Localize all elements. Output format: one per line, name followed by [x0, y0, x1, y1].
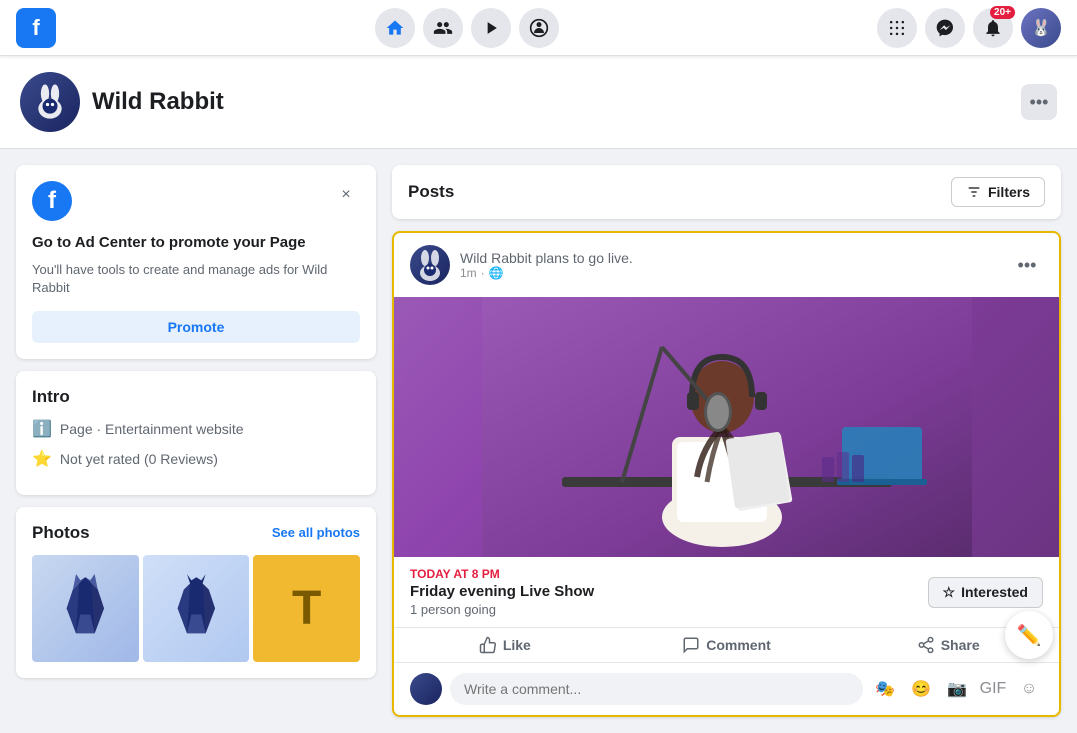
- photo-thumb-3[interactable]: T: [253, 555, 360, 662]
- ad-card-header: f ×: [32, 181, 360, 221]
- event-info-bar: TODAY AT 8 PM Friday evening Live Show 1…: [394, 557, 1059, 627]
- comment-button[interactable]: Comment: [616, 628, 838, 662]
- post-header: Wild Rabbit plans to go live. 1m · 🌐 •••: [394, 233, 1059, 297]
- user-avatar[interactable]: 🐰: [1021, 8, 1061, 48]
- home-nav-button[interactable]: [375, 8, 415, 48]
- post-image: [394, 297, 1059, 557]
- post-card: Wild Rabbit plans to go live. 1m · 🌐 •••: [392, 231, 1061, 717]
- comment-icons: 🎭 😊 📷 GIF ☺: [871, 675, 1043, 703]
- ad-card: f × Go to Ad Center to promote your Page…: [16, 165, 376, 359]
- photo-thumb-2[interactable]: [143, 555, 250, 662]
- ad-title: Go to Ad Center to promote your Page: [32, 233, 360, 253]
- photos-grid: T: [32, 555, 360, 662]
- grid-menu-button[interactable]: [877, 8, 917, 48]
- nav-right: 20+ 🐰: [877, 8, 1061, 48]
- ad-description: You'll have tools to create and manage a…: [32, 261, 360, 297]
- post-meta: 1m · 🌐: [460, 266, 1011, 280]
- rabbit-photo-1: [32, 555, 139, 662]
- groups-nav-button[interactable]: [519, 8, 559, 48]
- comment-icon: [682, 636, 700, 654]
- share-label: Share: [941, 637, 980, 653]
- post-author: Wild Rabbit plans to go live.: [460, 250, 1011, 266]
- intro-type-label: Page · Entertainment website: [60, 421, 244, 437]
- page-header-left: Wild Rabbit: [20, 72, 224, 132]
- filters-button[interactable]: Filters: [951, 177, 1045, 207]
- photos-card: Photos See all photos: [16, 507, 376, 678]
- comment-user-avatar: [410, 673, 442, 705]
- friends-nav-button[interactable]: [423, 8, 463, 48]
- interested-label: Interested: [961, 584, 1028, 600]
- photos-title: Photos: [32, 523, 90, 543]
- intro-rating-label: Not yet rated (0 Reviews): [60, 451, 218, 467]
- share-icon: [917, 636, 935, 654]
- privacy-icon: 🌐: [489, 266, 504, 280]
- post-info: Wild Rabbit plans to go live. 1m · 🌐: [460, 250, 1011, 280]
- posts-header: Posts Filters: [392, 165, 1061, 219]
- event-date: TODAY AT 8 PM: [410, 567, 594, 581]
- notification-button-container: 20+: [973, 8, 1013, 48]
- watch-nav-button[interactable]: [471, 8, 511, 48]
- rabbit-photo-2: [143, 555, 250, 662]
- right-feed: Posts Filters: [392, 165, 1061, 717]
- post-actions: Like Comment Share: [394, 627, 1059, 663]
- posts-section-title: Posts: [408, 182, 454, 202]
- event-going: 1 person going: [410, 602, 594, 617]
- intro-title: Intro: [32, 387, 360, 407]
- promote-button[interactable]: Promote: [32, 311, 360, 343]
- more-reactions-button[interactable]: ☺: [1015, 675, 1043, 703]
- post-time: 1m: [460, 266, 477, 280]
- page-logo: [20, 72, 80, 132]
- left-sidebar: f × Go to Ad Center to promote your Page…: [16, 165, 376, 717]
- notification-badge: 20+: [990, 6, 1015, 19]
- filters-icon: [966, 184, 982, 200]
- see-all-photos-link[interactable]: See all photos: [272, 525, 360, 540]
- nav-left: f: [16, 8, 56, 48]
- comment-input[interactable]: [450, 673, 863, 705]
- ad-close-button[interactable]: ×: [332, 181, 360, 209]
- compose-fab-button[interactable]: ✏️: [1005, 611, 1053, 659]
- like-label: Like: [503, 637, 531, 653]
- facebook-logo: f: [32, 181, 72, 221]
- emoji-sticker-button[interactable]: 🎭: [871, 675, 899, 703]
- emoji-button[interactable]: 😊: [907, 675, 935, 703]
- intro-rating-row: ⭐ Not yet rated (0 Reviews): [32, 449, 360, 469]
- comment-label: Comment: [706, 637, 771, 653]
- event-title: Friday evening Live Show: [410, 583, 594, 600]
- camera-button[interactable]: 📷: [943, 675, 971, 703]
- page-title: Wild Rabbit: [92, 88, 224, 116]
- filters-label: Filters: [988, 184, 1030, 200]
- messenger-button[interactable]: [925, 8, 965, 48]
- interested-button[interactable]: ☆ Interested: [928, 577, 1043, 608]
- page-header: Wild Rabbit •••: [0, 56, 1077, 149]
- star-icon: ⭐: [32, 449, 52, 469]
- intro-card: Intro ℹ️ Page · Entertainment website ⭐ …: [16, 371, 376, 495]
- like-icon: [479, 636, 497, 654]
- photos-header: Photos See all photos: [32, 523, 360, 543]
- post-action-text: plans to go live.: [532, 250, 633, 266]
- info-icon: ℹ️: [32, 419, 52, 439]
- intro-type-row: ℹ️ Page · Entertainment website: [32, 419, 360, 439]
- star-icon: ☆: [943, 584, 956, 601]
- photo-thumb-1[interactable]: [32, 555, 139, 662]
- fb-logo: f: [16, 8, 56, 48]
- page-more-button[interactable]: •••: [1021, 84, 1057, 120]
- like-button[interactable]: Like: [394, 628, 616, 662]
- compose-icon: ✏️: [1017, 623, 1042, 648]
- dot-separator: ·: [481, 266, 485, 280]
- t-photo: T: [253, 555, 360, 662]
- event-details: TODAY AT 8 PM Friday evening Live Show 1…: [410, 567, 594, 617]
- post-more-button[interactable]: •••: [1011, 249, 1043, 281]
- top-navigation: f 20+ 🐰: [0, 0, 1077, 56]
- nav-center: [375, 8, 559, 48]
- comment-area: 🎭 😊 📷 GIF ☺: [394, 663, 1059, 715]
- main-content: f × Go to Ad Center to promote your Page…: [0, 149, 1077, 733]
- gif-button[interactable]: GIF: [979, 675, 1007, 703]
- event-image-background: [394, 297, 1059, 557]
- post-avatar: [410, 245, 450, 285]
- event-illustration: [482, 297, 972, 557]
